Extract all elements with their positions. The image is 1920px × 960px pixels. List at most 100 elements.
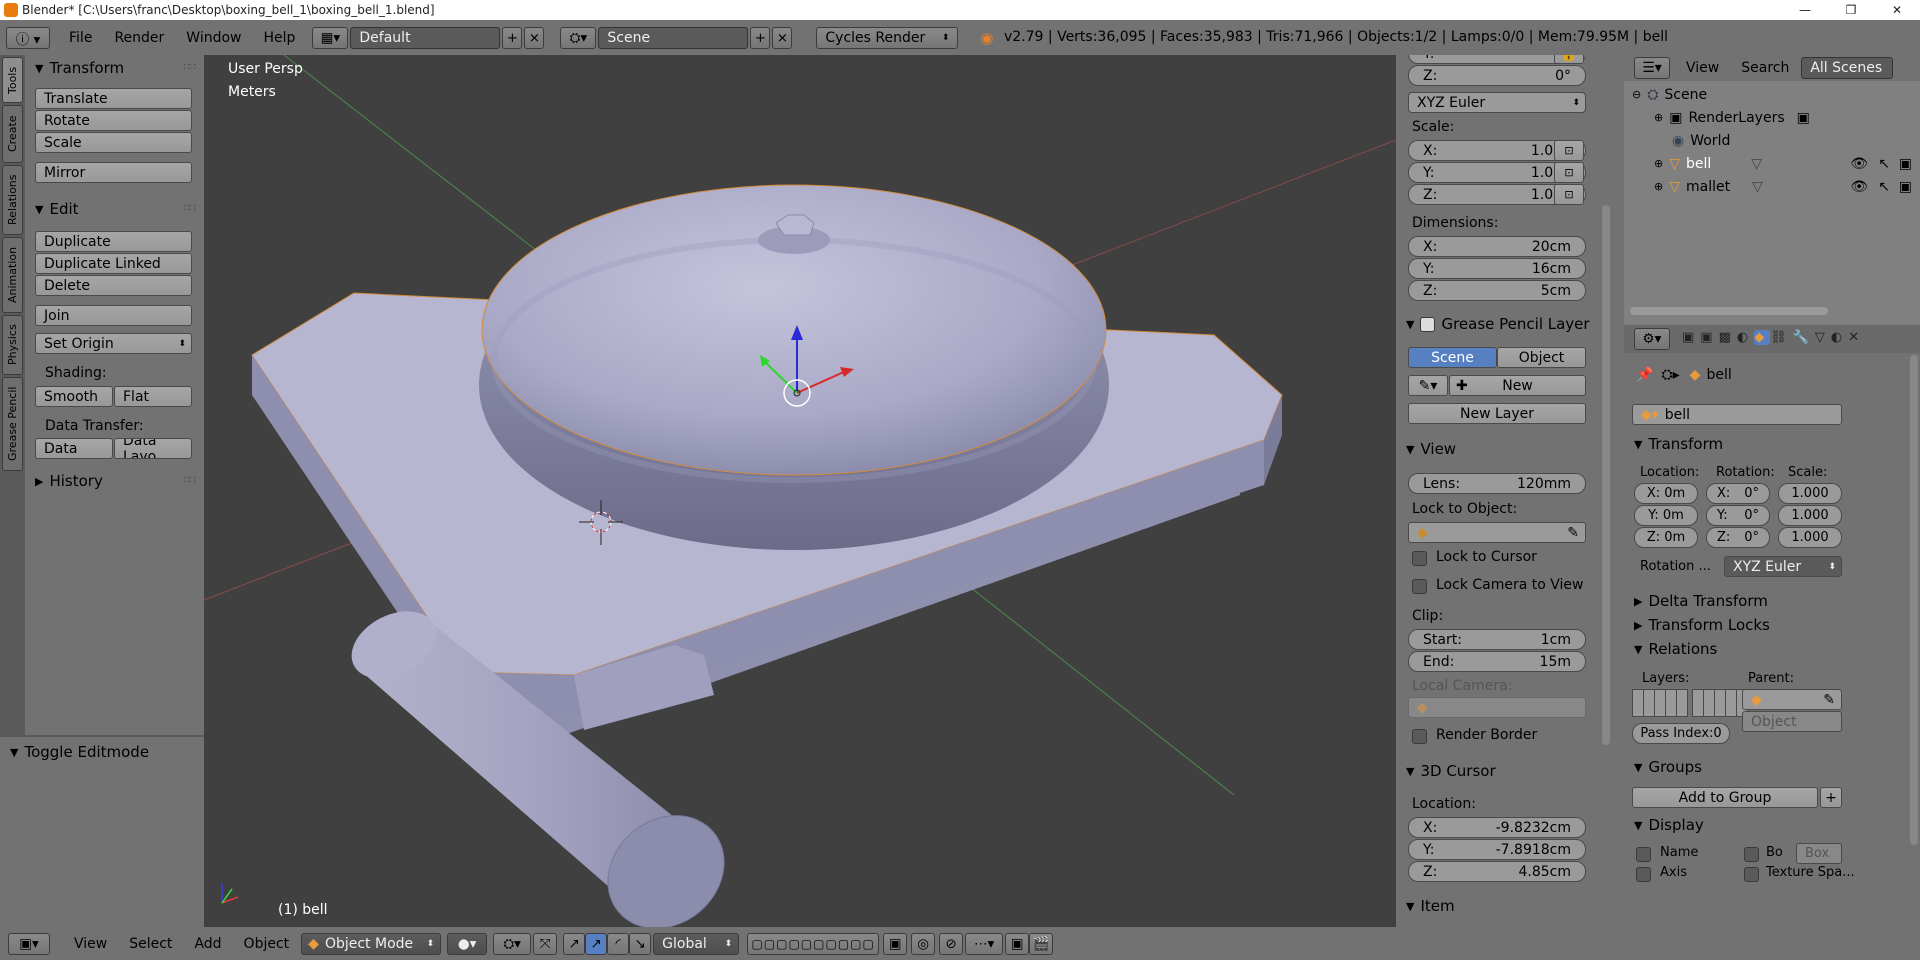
pass-index-field[interactable]: Pass Index:0 bbox=[1632, 723, 1730, 744]
outliner-view-menu[interactable]: View bbox=[1686, 60, 1719, 76]
display-axis-checkbox[interactable] bbox=[1636, 867, 1651, 882]
tab-physics[interactable]: Physics bbox=[2, 315, 23, 375]
toggle-editmode-header[interactable]: ▼ Toggle Editmode bbox=[10, 741, 149, 763]
rotate-manipulator-icon[interactable]: ◜ bbox=[607, 932, 630, 955]
proportional-edit-icon[interactable]: ◎ bbox=[911, 932, 936, 955]
maximize-button[interactable]: ❐ bbox=[1828, 0, 1874, 20]
gp-new-button[interactable]: ✚ New bbox=[1449, 375, 1586, 396]
select-cursor-icon[interactable]: ↖ bbox=[1878, 156, 1890, 172]
grease-pencil-layer-header[interactable]: ▼ Grease Pencil Layer bbox=[1406, 313, 1590, 335]
eyedropper-icon[interactable]: ✎ bbox=[1823, 692, 1835, 708]
screen-layout-icon[interactable]: ▦▾ bbox=[312, 26, 349, 49]
drag-grip-icon[interactable]: ∷∷ bbox=[183, 62, 196, 73]
lock-object-field[interactable]: ◆ ✎ bbox=[1408, 522, 1586, 543]
render-border-checkbox[interactable] bbox=[1412, 729, 1427, 744]
item-panel-header[interactable]: ▼ Item bbox=[1406, 895, 1455, 917]
pencil-icon[interactable]: ✎▾ bbox=[1408, 375, 1448, 396]
menu-file[interactable]: File bbox=[58, 30, 103, 46]
drag-grip-icon[interactable]: ∷∷ bbox=[183, 475, 196, 486]
manipulator-toggle-icon[interactable]: ⤧ bbox=[533, 932, 558, 955]
menu-add[interactable]: Add bbox=[194, 936, 221, 952]
transform-panel-header[interactable]: ▼ Transform bbox=[35, 57, 124, 79]
outliner-display-filter[interactable]: All Scenes bbox=[1801, 57, 1894, 79]
obj-rotation-y[interactable]: Y: 0° bbox=[1706, 505, 1770, 526]
visibility-eye-icon[interactable]: 👁 bbox=[1850, 179, 1868, 195]
select-cursor-icon[interactable]: ↖ bbox=[1878, 179, 1890, 195]
dimension-x-field[interactable]: X: 20cm bbox=[1408, 236, 1586, 257]
obj-rotation-z[interactable]: Z: 0° bbox=[1706, 527, 1770, 548]
lock-scale-z-icon[interactable]: ⊡ bbox=[1554, 184, 1584, 205]
3d-viewport[interactable]: User Persp Meters (1) bell bbox=[204, 55, 1396, 927]
layers-grid-right[interactable] bbox=[1692, 689, 1748, 717]
add-group-plus-icon[interactable]: + bbox=[1820, 787, 1842, 808]
tab-relations[interactable]: Relations bbox=[2, 165, 23, 235]
object-name-field[interactable]: ◆▾ bell bbox=[1632, 404, 1842, 425]
obj-rotation-mode-dropdown[interactable]: XYZ Euler ⬍ bbox=[1724, 556, 1842, 577]
obj-scale-y[interactable]: 1.000 bbox=[1778, 505, 1842, 526]
remove-scene-icon[interactable]: × bbox=[772, 26, 793, 49]
groups-header[interactable]: ▼ Groups bbox=[1634, 756, 1702, 778]
lock-rotation-y-icon[interactable]: 🔓 bbox=[1554, 55, 1584, 64]
gp-object-button[interactable]: Object bbox=[1497, 347, 1586, 368]
data-layout-button[interactable]: Data Layo bbox=[114, 438, 192, 459]
data-button[interactable]: Data bbox=[35, 438, 113, 459]
flat-button[interactable]: Flat bbox=[114, 386, 192, 407]
layer-buttons[interactable]: ▢▢▢▢▢▢▢▢▢▢ bbox=[747, 932, 880, 955]
scale-manipulator-icon[interactable]: ↘ bbox=[629, 932, 652, 955]
pin-icon[interactable]: 📌 bbox=[1636, 367, 1653, 383]
lock-camera-checkbox[interactable] bbox=[1412, 579, 1427, 594]
outliner-scrollbar[interactable] bbox=[1630, 307, 1828, 315]
new-layer-button[interactable]: New Layer bbox=[1408, 403, 1586, 424]
view-panel-header[interactable]: ▼ View bbox=[1406, 438, 1456, 460]
scene-field[interactable]: Scene bbox=[598, 26, 749, 49]
properties-editor-icon[interactable]: ⚙▾ bbox=[1634, 328, 1670, 350]
join-button[interactable]: Join bbox=[35, 305, 192, 326]
translate-active-icon[interactable]: ↗ bbox=[585, 932, 608, 955]
dimension-z-field[interactable]: Z: 5cm bbox=[1408, 280, 1586, 301]
close-window-button[interactable]: ✕ bbox=[1874, 0, 1920, 20]
delete-button[interactable]: Delete bbox=[35, 275, 192, 296]
outliner-row-scene[interactable]: ⊖ ⛭ Scene bbox=[1624, 83, 1920, 106]
cursor-x-field[interactable]: X: -9.8232cm bbox=[1408, 817, 1586, 838]
layers-grid-left[interactable] bbox=[1632, 689, 1688, 717]
tab-grease-pencil[interactable]: Grease Pencil bbox=[2, 377, 23, 471]
set-origin-dropdown[interactable]: Set Origin ⬍ bbox=[35, 333, 192, 354]
collapse-icon[interactable]: ⊖ bbox=[1632, 88, 1641, 101]
minimize-button[interactable]: — bbox=[1782, 0, 1828, 20]
outliner-row-world[interactable]: ◉ World bbox=[1624, 129, 1920, 152]
lock-layers-icon[interactable]: ▣ bbox=[883, 932, 908, 955]
translate-button[interactable]: Translate bbox=[35, 88, 192, 109]
clip-start-field[interactable]: Start: 1cm bbox=[1408, 629, 1586, 650]
history-panel-header[interactable]: ▶ History bbox=[35, 470, 103, 492]
opengl-render-icon[interactable]: ▣ bbox=[1005, 932, 1030, 955]
lock-to-cursor-checkbox[interactable] bbox=[1412, 551, 1427, 566]
cursor-z-field[interactable]: Z: 4.85cm bbox=[1408, 861, 1586, 882]
remove-layout-icon[interactable]: × bbox=[524, 26, 545, 49]
transform-locks-header[interactable]: ▶ Transform Locks bbox=[1634, 614, 1770, 636]
obj-scale-z[interactable]: 1.000 bbox=[1778, 527, 1842, 548]
screen-layout-field[interactable]: Default bbox=[350, 26, 501, 49]
display-texture-space-checkbox[interactable] bbox=[1744, 867, 1759, 882]
delta-transform-header[interactable]: ▶ Delta Transform bbox=[1634, 590, 1768, 612]
scale-button[interactable]: Scale bbox=[35, 132, 192, 153]
drag-grip-icon[interactable]: ∷∷ bbox=[183, 203, 196, 214]
expand-icon[interactable]: ⊕ bbox=[1654, 157, 1663, 170]
visibility-eye-icon[interactable]: 👁 bbox=[1850, 156, 1868, 172]
render-camera-icon[interactable]: ▣ bbox=[1899, 156, 1912, 172]
duplicate-linked-button[interactable]: Duplicate Linked bbox=[35, 253, 192, 274]
menu-view[interactable]: View bbox=[74, 936, 107, 952]
snap-element-icon[interactable]: ⋯▾ bbox=[965, 932, 1004, 955]
outliner-search-menu[interactable]: Search bbox=[1741, 60, 1789, 76]
menu-select[interactable]: Select bbox=[129, 936, 172, 952]
parent-field[interactable]: ◆ ✎ bbox=[1742, 689, 1842, 710]
eyedropper-icon[interactable]: ✎ bbox=[1567, 525, 1579, 541]
add-layout-icon[interactable]: + bbox=[502, 26, 523, 49]
editor-type-button[interactable]: ⓘ ▾ bbox=[6, 26, 50, 49]
render-camera-icon[interactable]: ▣ bbox=[1899, 179, 1912, 195]
orientation-dropdown[interactable]: Global ⬍ bbox=[653, 932, 740, 955]
npanel-scrollbar[interactable] bbox=[1602, 205, 1610, 745]
display-bounds-checkbox[interactable] bbox=[1744, 847, 1759, 862]
obj-location-x[interactable]: X: 0m bbox=[1634, 483, 1698, 504]
grease-pencil-toggle[interactable] bbox=[1420, 316, 1436, 332]
menu-help[interactable]: Help bbox=[252, 30, 306, 46]
